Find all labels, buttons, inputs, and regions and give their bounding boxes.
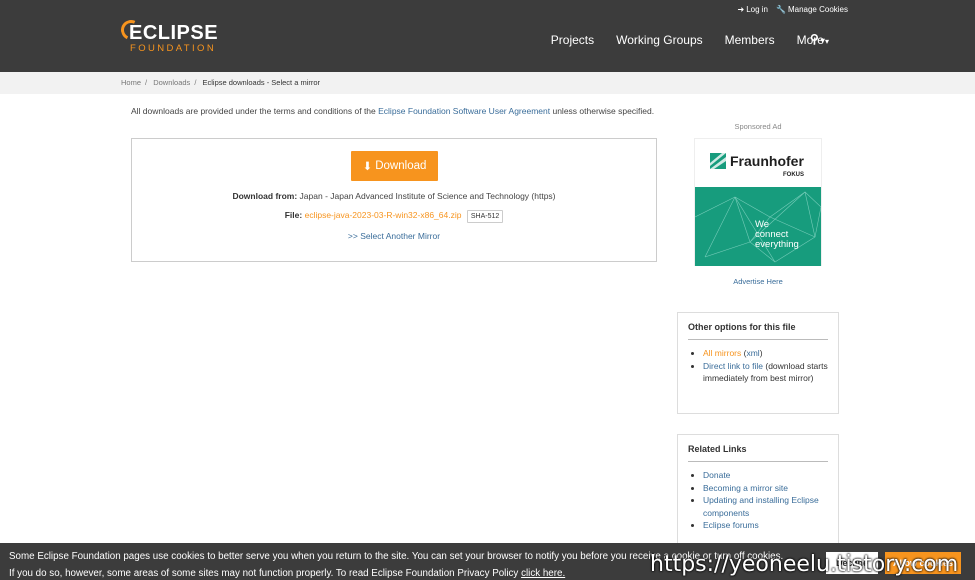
- ad-network-graphic: We connect everything: [695, 187, 821, 266]
- breadcrumb-home[interactable]: Home: [121, 78, 141, 87]
- nav-working-groups[interactable]: Working Groups: [616, 33, 702, 47]
- list-item: All mirrors (xml): [703, 347, 828, 360]
- other-options-title: Other options for this file: [688, 322, 828, 340]
- privacy-policy-link[interactable]: click here.: [521, 568, 565, 579]
- download-source: Download from: Japan - Japan Advanced In…: [232, 191, 556, 201]
- related-links-title: Related Links: [688, 444, 828, 462]
- nav-members[interactable]: Members: [725, 33, 775, 47]
- caret-down-icon: ▾: [824, 37, 829, 46]
- login-link[interactable]: ➜ Log in: [737, 5, 768, 14]
- select-mirror-link[interactable]: >> Select Another Mirror: [132, 231, 656, 241]
- user-agreement-link[interactable]: Eclipse Foundation Software User Agreeme…: [378, 106, 550, 116]
- terms-notice: All downloads are provided under the ter…: [131, 106, 655, 116]
- site-header: ➜ Log in 🔧 Manage Cookies ECLIPSE FOUNDA…: [0, 0, 975, 72]
- mirror-site-link[interactable]: Becoming a mirror site: [703, 483, 788, 493]
- direct-link[interactable]: Direct link to file: [703, 361, 763, 371]
- eclipse-logo[interactable]: ECLIPSE FOUNDATION: [118, 17, 231, 57]
- related-links-list: Donate Becoming a mirror site Updating a…: [688, 469, 828, 532]
- list-item: Updating and installing Eclipse componen…: [703, 494, 828, 519]
- breadcrumb-downloads[interactable]: Downloads: [153, 78, 190, 87]
- all-mirrors-link[interactable]: All mirrors: [703, 348, 741, 358]
- sponsored-label: Sponsored Ad: [734, 122, 782, 131]
- list-item: Donate: [703, 469, 828, 482]
- search-toggle[interactable]: ⚲ ▾: [810, 32, 825, 46]
- search-icon: ⚲: [810, 32, 819, 46]
- list-item: Becoming a mirror site: [703, 482, 828, 495]
- advertise-here-link[interactable]: Advertise Here: [677, 277, 839, 286]
- list-item: Direct link to file (download starts imm…: [703, 360, 828, 385]
- watermark: https://yeoneelu.tistory.com: [650, 552, 959, 577]
- manage-cookies-link[interactable]: 🔧 Manage Cookies: [776, 5, 848, 14]
- updating-link[interactable]: Updating and installing Eclipse componen…: [703, 495, 819, 518]
- related-links-panel: Related Links Donate Becoming a mirror s…: [677, 434, 839, 554]
- caret-down-icon: ▾: [820, 36, 825, 45]
- sponsor-ad[interactable]: Fraunhofer FOKUS We connect everything: [694, 138, 822, 266]
- nav-projects[interactable]: Projects: [551, 33, 594, 47]
- ad-brand: Fraunhofer: [730, 153, 804, 169]
- main-nav: Projects Working Groups Members More▾: [551, 33, 829, 47]
- donate-link[interactable]: Donate: [703, 470, 730, 480]
- breadcrumb-current: Eclipse downloads - Select a mirror: [202, 78, 321, 87]
- download-icon: ⬇: [362, 161, 373, 173]
- file-info: File: eclipse-java-2023-03-R-win32-x86_6…: [132, 210, 656, 223]
- download-button[interactable]: ⬇ Download: [351, 151, 438, 181]
- wrench-icon: 🔧: [775, 5, 786, 14]
- utility-bar: ➜ Log in 🔧 Manage Cookies: [737, 5, 848, 14]
- sign-in-icon: ➜: [737, 5, 745, 14]
- file-link[interactable]: eclipse-java-2023-03-R-win32-x86_64.zip: [305, 210, 462, 220]
- xml-link[interactable]: xml: [746, 348, 759, 358]
- other-options-panel: Other options for this file All mirrors …: [677, 312, 839, 414]
- ad-brand-sub: FOKUS: [783, 172, 804, 178]
- forums-link[interactable]: Eclipse forums: [703, 520, 759, 530]
- other-options-list: All mirrors (xml) Direct link to file (d…: [688, 347, 828, 385]
- fraunhofer-logo-icon: [710, 153, 726, 169]
- download-panel: ⬇ Download Download from: Japan - Japan …: [131, 138, 657, 262]
- breadcrumb: Home / Downloads / Eclipse downloads - Sel…: [0, 72, 975, 94]
- sha512-button[interactable]: SHA-512: [466, 210, 504, 223]
- list-item: Eclipse forums: [703, 519, 828, 532]
- ad-tagline: We connect everything: [755, 219, 799, 250]
